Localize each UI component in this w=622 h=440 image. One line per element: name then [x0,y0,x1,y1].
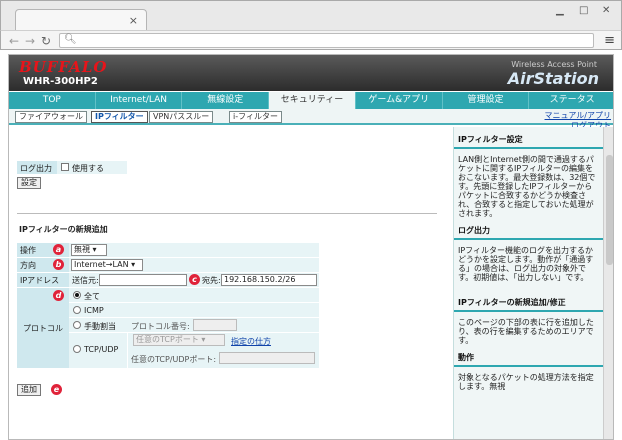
back-icon[interactable]: ← [9,34,19,48]
help-heading-3: IPフィルターの新規追加/修正 [454,294,603,312]
protocol-manual-label: 手動割当 [84,322,116,331]
op-label: 操作 [20,246,36,255]
protocol-label: プロトコル [23,324,63,333]
manual-app-link[interactable]: マニュアル/アプリ [531,111,611,121]
sub-navigation: ファイアウォール IPフィルター VPNパススルー i-フィルター [9,109,613,125]
howto-link[interactable]: 指定の仕方 [231,336,271,347]
port-label: 任意のTCP/UDPポート: [131,355,217,364]
tab-internet-lan[interactable]: Internet/LAN [96,92,183,109]
direction-select-value: Internet→LAN [74,260,129,269]
maximize-icon[interactable]: □ [579,5,588,16]
tcp-port-select[interactable]: 任意のTCPポート ▾ [133,334,225,346]
dir-value-cell: Internet→LAN ▾ [69,258,319,272]
close-window-icon[interactable]: ✕ [602,5,610,16]
menu-icon[interactable]: ≡ [604,33,615,48]
address-bar[interactable]: 🔍︎ [59,33,594,48]
protocol-value-cell: 全て ICMP 手動割当 プロトコル番号: TCP/UDP 任意のTCPポート … [69,288,319,368]
product-subtitle: Wireless Access Point [511,60,597,69]
close-tab-icon[interactable]: × [129,14,138,27]
help-heading-1: IPフィルター設定 [454,131,603,149]
browser-titlebar: × ▁ □ ✕ [0,0,622,31]
marker-a: a [53,244,64,255]
port-input[interactable] [219,352,315,364]
browser-tab[interactable]: × [15,9,147,31]
protocol-tcpudp-label: TCP/UDP [84,345,119,354]
protocol-number-label: プロトコル番号: [131,322,190,331]
tab-admin[interactable]: 管理設定 [443,92,530,109]
protocol-icmp-radio[interactable] [73,306,81,314]
dst-label: 宛先: [202,276,221,285]
row-divider [69,317,319,318]
scrollbar-thumb[interactable] [606,155,613,265]
main-content: ログ出力 使用する 設定 IPフィルターの新規追加 操作 a 無視 ▾ 方向 b… [9,127,449,439]
divider [17,213,437,214]
help-heading-2: ログ出力 [454,222,603,240]
col-divider [127,332,128,368]
forward-icon[interactable]: → [25,34,35,48]
subnav-firewall[interactable]: ファイアウォール [15,111,87,123]
help-heading-4: 動作 [454,349,603,367]
protocol-all-radio[interactable] [73,291,81,299]
row-divider [69,302,319,303]
reload-icon[interactable]: ↻ [41,34,51,48]
protocol-all-label: 全て [84,292,100,301]
browser-toolbar: ← → ↻ 🔍︎ ≡ [0,30,622,50]
tab-security[interactable]: セキュリティー [269,92,356,109]
add-button[interactable]: 追加 [17,384,41,396]
marker-b: b [53,259,64,270]
help-text-3: このページの下部の表に行を追加したり、表の行を編集するためのエリアです。 [458,318,594,345]
tab-status[interactable]: ステータス [529,92,613,109]
ip-label-cell: IPアドレス [17,273,69,287]
search-icon: 🔍︎ [64,34,77,45]
set-button[interactable]: 設定 [17,177,41,189]
minimize-icon[interactable]: ▁ [556,5,564,16]
protocol-manual-radio[interactable] [73,321,81,329]
marker-c: c [189,274,200,285]
destination-ip-input[interactable]: 192.168.150.2/26 [221,274,317,286]
operation-select[interactable]: 無視 ▾ [71,244,107,256]
tab-game-apps[interactable]: ゲーム&アプリ [356,92,443,109]
protocol-icmp-label: ICMP [84,306,104,315]
op-label-cell: 操作 a [17,243,69,257]
log-label-cell: ログ出力 [17,161,57,174]
direction-select[interactable]: Internet→LAN ▾ [71,259,143,271]
tcp-port-select-value: 任意のTCPポート [136,335,199,344]
protocol-number-input[interactable] [193,319,237,331]
subnav-vpn-passthrough[interactable]: VPNパススルー [149,111,214,123]
help-panel: IPフィルター設定 LAN側とInternet側の間で通過するパケットに関するI… [453,127,603,439]
router-header: BUFFALO WHR-300HP2 Wireless Access Point… [9,55,613,91]
tab-top[interactable]: TOP [9,92,96,109]
new-filter-title: IPフィルターの新規追加 [19,225,108,234]
ip-value-cell: 送信元: c 宛先: 192.168.150.2/26 [69,273,319,287]
marker-d: d [53,290,64,301]
op-value-cell: 無視 ▾ [69,243,319,257]
log-label: ログ出力 [20,164,52,173]
log-enable-label: 使用する [72,164,104,173]
model-name: WHR-300HP2 [23,76,98,87]
src-label: 送信元: [72,276,99,285]
subnav-i-filter[interactable]: i-フィルター [229,111,282,123]
tab-wireless[interactable]: 無線設定 [182,92,270,109]
protocol-label-cell: d プロトコル [17,288,69,368]
brand-logo: BUFFALO [19,58,108,76]
protocol-tcpudp-radio[interactable] [73,345,81,353]
main-tabs: TOP Internet/LAN 無線設定 セキュリティー ゲーム&アプリ 管理… [9,92,613,109]
ip-label: IPアドレス [20,276,60,285]
help-text-1: LAN側とInternet側の間で通過するパケットに関するIPフィルターの編集を… [458,155,596,218]
marker-e: e [51,384,62,395]
help-scrollbar[interactable] [603,127,613,439]
operation-select-value: 無視 [74,245,90,254]
row-divider [69,332,319,333]
dir-label-cell: 方向 b [17,258,69,272]
page-viewport: BUFFALO WHR-300HP2 Wireless Access Point… [8,54,614,440]
dir-label: 方向 [20,261,36,270]
subnav-ip-filter[interactable]: IPフィルター [91,111,148,123]
help-text-2: IPフィルター機能のログを出力するかどうかを設定します。動作が「通過する」の場合… [458,246,594,282]
log-enable-checkbox[interactable] [61,163,69,171]
product-logo: AirStation [507,69,599,88]
help-text-4: 対象となるパケットの処理方法を指定します。無視 [458,373,594,391]
log-value-cell: 使用する [57,161,127,174]
source-ip-input[interactable] [99,274,187,286]
